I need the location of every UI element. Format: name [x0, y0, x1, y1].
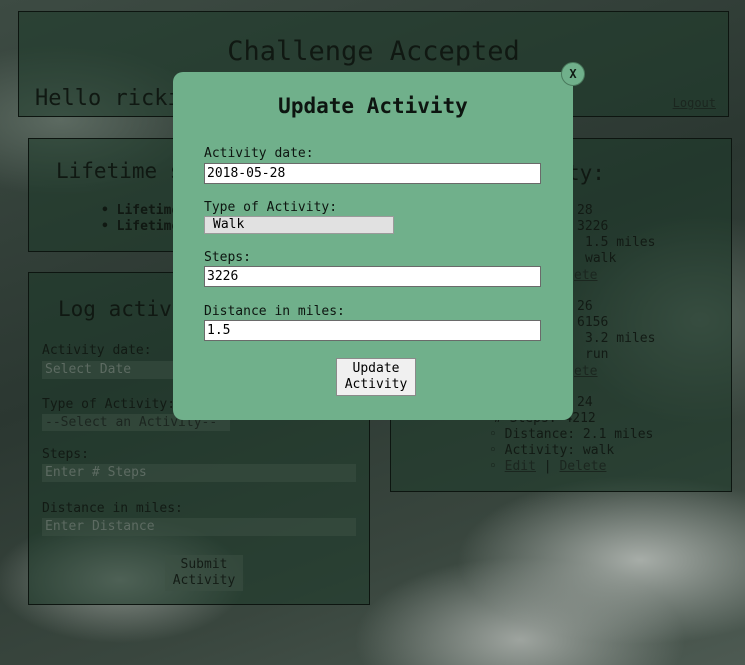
lifetime-list: Lifetime Lifetime — [101, 203, 180, 235]
logout-link[interactable]: Logout — [673, 96, 716, 110]
update-activity-button[interactable]: Update Activity — [336, 358, 416, 396]
steps-label: Steps: — [42, 447, 89, 462]
activity-steps: 3226 — [577, 219, 609, 234]
activity-date: 24 — [577, 395, 593, 410]
activity-type: ◦ Activity: walk — [489, 443, 615, 458]
update-label-line1: Update — [352, 361, 400, 376]
activity-type-label: Type of Activity: — [42, 397, 176, 412]
close-icon[interactable]: X — [561, 62, 585, 86]
action-separator: | — [543, 459, 552, 474]
modal-steps-input[interactable]: 3226 — [204, 266, 541, 287]
update-label-line2: Activity — [344, 377, 408, 392]
modal-type-label: Type of Activity: — [204, 200, 338, 215]
modal-steps-label: Steps: — [204, 250, 251, 265]
modal-title: Update Activity — [278, 94, 468, 118]
greeting: Hello rickit — [35, 86, 194, 111]
submit-activity-button[interactable]: Submit Activity — [165, 555, 243, 591]
modal-type-select[interactable]: Walk — [204, 216, 394, 234]
delete-link[interactable]: ete — [574, 364, 597, 379]
activity-date-label: Activity date: — [42, 343, 152, 358]
modal-date-label: Activity date: — [204, 146, 314, 161]
steps-input[interactable]: Enter # Steps — [42, 464, 356, 482]
activity-actions: ◦ Edit | Delete — [489, 459, 607, 474]
activity-distance: 1.5 miles — [585, 235, 656, 250]
activity-type: run — [585, 347, 609, 362]
update-activity-modal: Update Activity Activity date: 2018-05-2… — [173, 72, 573, 420]
modal-date-input[interactable]: 2018-05-28 — [204, 163, 541, 184]
activity-date: 26 — [577, 299, 593, 314]
delete-link[interactable]: ete — [574, 268, 597, 283]
activity-steps: 6156 — [577, 315, 609, 330]
app-title: Challenge Accepted — [227, 36, 520, 67]
log-title: Log activi — [58, 297, 185, 321]
activity-type-text: Activity: walk — [504, 443, 615, 458]
activity-date: 28 — [577, 203, 593, 218]
lifetime-title: Lifetime s — [56, 159, 183, 183]
activity-distance-text: Distance: 2.1 miles — [504, 427, 654, 442]
lifetime-item: Lifetime — [101, 203, 180, 219]
edit-link[interactable]: Edit — [505, 459, 536, 474]
activity-type: walk — [585, 251, 617, 266]
delete-link[interactable]: Delete — [559, 459, 606, 474]
distance-input[interactable]: Enter Distance — [42, 518, 356, 536]
distance-label: Distance in miles: — [42, 501, 183, 516]
submit-label-line1: Submit — [180, 557, 228, 572]
lifetime-item: Lifetime — [101, 219, 180, 235]
submit-label-line2: Activity — [172, 573, 236, 588]
modal-distance-input[interactable]: 1.5 — [204, 320, 541, 341]
activity-distance: ◦ Distance: 2.1 miles — [489, 427, 654, 442]
activity-distance: 3.2 miles — [585, 331, 656, 346]
modal-distance-label: Distance in miles: — [204, 304, 345, 319]
